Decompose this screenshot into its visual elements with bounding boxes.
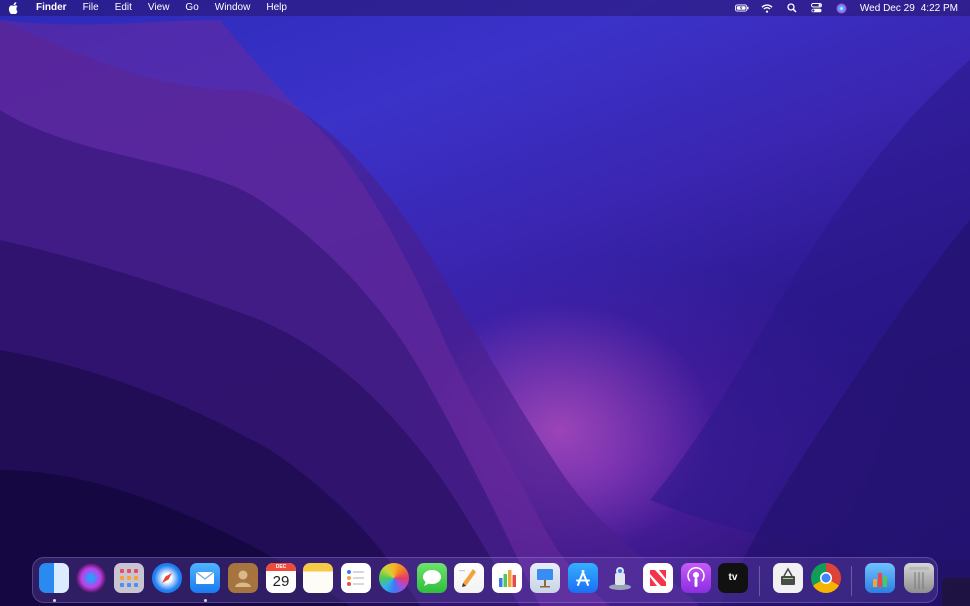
running-indicator: [53, 599, 56, 602]
keynote-icon[interactable]: [530, 563, 560, 593]
calendar-month: DEC: [266, 563, 296, 571]
menu-bar-status: Wed Dec 29 4:22 PM: [734, 0, 958, 16]
contacts-icon[interactable]: [228, 563, 258, 593]
dock: DEC 29 tv: [32, 557, 938, 603]
wallpaper-hills: [0, 20, 970, 606]
hot-corner-widget: [942, 578, 970, 606]
control-center-icon[interactable]: [810, 0, 824, 16]
siri-icon[interactable]: [76, 563, 106, 593]
menu-view[interactable]: View: [140, 0, 178, 16]
apple-logo-icon[interactable]: [0, 0, 26, 16]
wifi-icon[interactable]: [760, 0, 774, 16]
menu-edit[interactable]: Edit: [107, 0, 140, 16]
battery-charging-icon[interactable]: [734, 0, 749, 16]
menu-go[interactable]: Go: [177, 0, 206, 16]
safari-icon[interactable]: [152, 563, 182, 593]
dock-divider: [851, 566, 852, 596]
launchpad-icon[interactable]: [114, 563, 144, 593]
calendar-day: 29: [272, 573, 290, 590]
siri-icon[interactable]: [835, 0, 849, 16]
menu-file[interactable]: File: [75, 0, 107, 16]
dock-divider: [759, 566, 760, 596]
transporter-icon[interactable]: [605, 563, 635, 593]
desktop-wallpaper: [0, 0, 970, 606]
photos-icon[interactable]: [379, 563, 409, 593]
menu-bar: Finder File Edit View Go Window Help Wed…: [0, 0, 970, 16]
notes-icon[interactable]: [303, 563, 333, 593]
reminders-icon[interactable]: [341, 563, 371, 593]
running-indicator: [204, 599, 207, 602]
menu-finder[interactable]: Finder: [26, 0, 75, 16]
apple-tv-icon[interactable]: tv: [718, 563, 748, 593]
mail-icon[interactable]: [190, 563, 220, 593]
trash-icon[interactable]: [904, 563, 934, 593]
app-store-icon[interactable]: [568, 563, 598, 593]
spotlight-search-icon[interactable]: [785, 0, 799, 16]
pages-icon[interactable]: [454, 563, 484, 593]
applications-folder-icon[interactable]: [865, 563, 895, 593]
chrome-icon[interactable]: [811, 563, 841, 593]
apple-tv-label: tv: [728, 572, 738, 583]
system-information-icon[interactable]: [773, 563, 803, 593]
menu-window[interactable]: Window: [207, 0, 259, 16]
clock-date: Wed Dec 29: [859, 2, 915, 14]
menu-bar-clock[interactable]: Wed Dec 29 4:22 PM: [860, 3, 958, 14]
messages-icon[interactable]: [417, 563, 447, 593]
numbers-icon[interactable]: [492, 563, 522, 593]
podcasts-icon[interactable]: [681, 563, 711, 593]
news-icon[interactable]: [643, 563, 673, 593]
clock-time: 4:22 PM: [920, 2, 958, 14]
menu-help[interactable]: Help: [258, 0, 295, 16]
menu-bar-left: Finder File Edit View Go Window Help: [0, 0, 295, 16]
calendar-icon[interactable]: DEC 29: [266, 563, 296, 593]
finder-icon[interactable]: [39, 563, 69, 593]
